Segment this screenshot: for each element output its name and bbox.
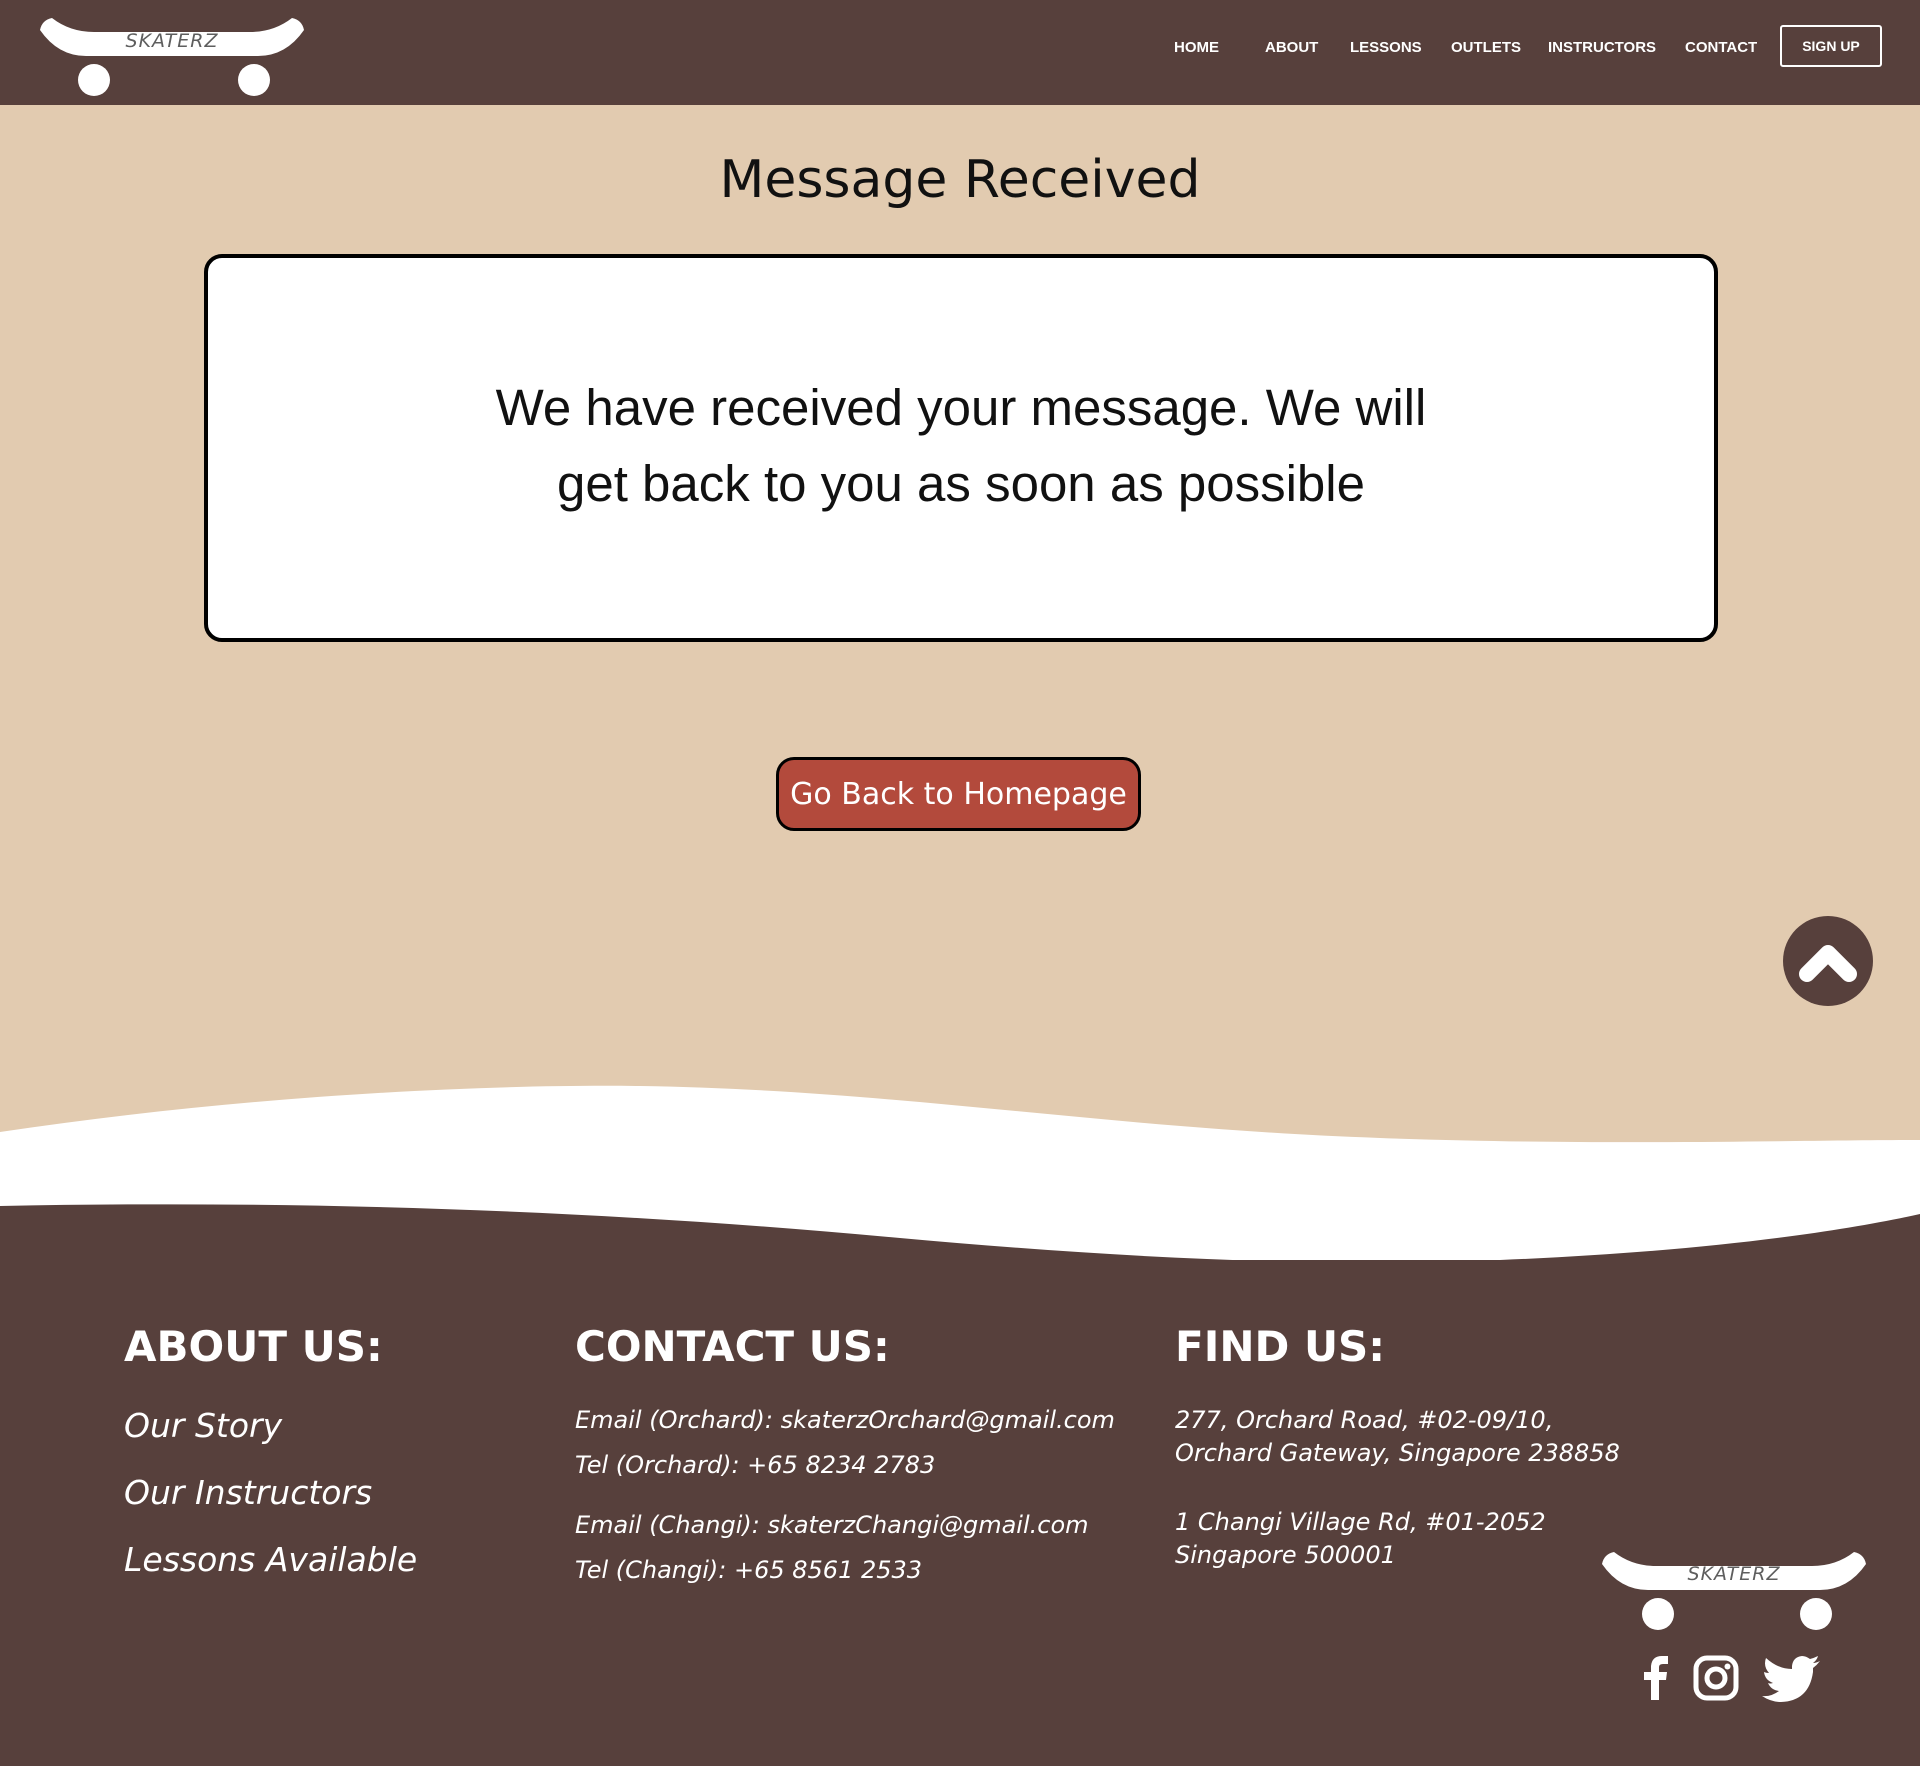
- site-header: SKATERZ HOME ABOUT LESSONS OUTLETS INSTR…: [0, 0, 1920, 105]
- instagram-icon[interactable]: [1693, 1655, 1739, 1701]
- chevron-up-icon: [1799, 945, 1857, 982]
- page-title: Message Received: [719, 150, 1201, 210]
- back-to-homepage-button[interactable]: Go Back to Homepage: [776, 757, 1141, 831]
- find-heading: FIND US:: [1175, 1322, 1386, 1371]
- footer-skaterz-logo: SKATERZ: [1600, 1546, 1868, 1632]
- nav-outlets[interactable]: OUTLETS: [1451, 39, 1521, 56]
- nav-instructors[interactable]: INSTRUCTORS: [1548, 39, 1656, 56]
- scroll-to-top-button[interactable]: [1783, 916, 1873, 1006]
- message-card: We have received your message. We will g…: [204, 254, 1718, 642]
- logo-text: SKATERZ: [125, 30, 219, 52]
- orchard-address-line-1: 277, Orchard Road, #02-09/10,: [1175, 1406, 1554, 1434]
- nav-about[interactable]: ABOUT: [1265, 39, 1318, 56]
- message-line-1: We have received your message. We will: [495, 379, 1427, 436]
- message-line-2: get back to you as soon as possible: [556, 455, 1365, 512]
- about-heading: ABOUT US:: [124, 1322, 383, 1371]
- email-orchard[interactable]: Email (Orchard): skaterzOrchard@gmail.co…: [575, 1406, 1115, 1434]
- lessons-available-link[interactable]: Lessons Available: [124, 1540, 417, 1579]
- message-text: We have received your message. We will g…: [208, 370, 1714, 522]
- orchard-address-line-2: Orchard Gateway, Singapore 238858: [1175, 1439, 1620, 1467]
- signup-button[interactable]: SIGN UP: [1780, 25, 1882, 67]
- changi-address-line-1: 1 Changi Village Rd, #01-2052: [1175, 1508, 1546, 1536]
- skateboard-icon: [40, 18, 304, 96]
- email-changi[interactable]: Email (Changi): skaterzChangi@gmail.com: [575, 1511, 1089, 1539]
- contact-heading: CONTACT US:: [575, 1322, 890, 1371]
- twitter-icon[interactable]: [1762, 1656, 1820, 1702]
- our-instructors-link[interactable]: Our Instructors: [124, 1473, 372, 1512]
- changi-address-line-2: Singapore 500001: [1175, 1541, 1396, 1569]
- skaterz-logo[interactable]: SKATERZ: [38, 12, 306, 98]
- tel-changi: Tel (Changi): +65 8561 2533: [575, 1556, 923, 1584]
- site-footer: ABOUT US: Our Story Our Instructors Less…: [0, 1260, 1920, 1766]
- skateboard-icon: [1602, 1552, 1866, 1630]
- tel-orchard: Tel (Orchard): +65 8234 2783: [575, 1451, 936, 1479]
- facebook-icon[interactable]: [1640, 1656, 1674, 1700]
- footer-logo-text: SKATERZ: [1687, 1563, 1781, 1585]
- nav-lessons[interactable]: LESSONS: [1350, 39, 1422, 56]
- nav-home[interactable]: HOME: [1174, 39, 1219, 56]
- nav-contact[interactable]: CONTACT: [1685, 39, 1757, 56]
- our-story-link[interactable]: Our Story: [124, 1406, 282, 1445]
